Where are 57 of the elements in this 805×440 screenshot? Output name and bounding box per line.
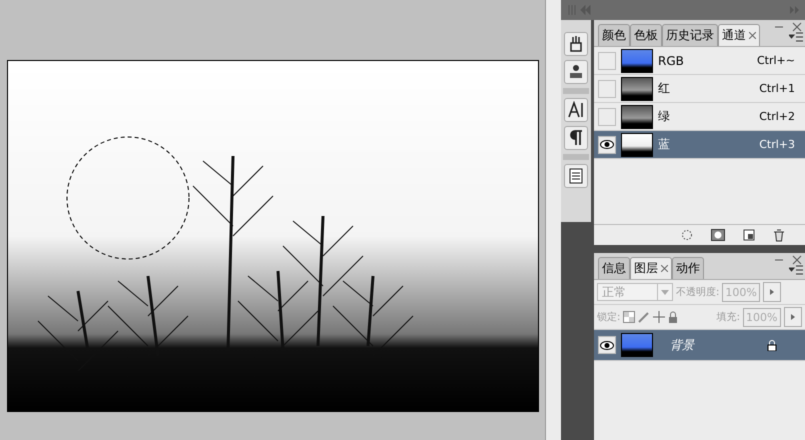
caret-icon	[661, 290, 669, 294]
visibility-toggle[interactable]	[598, 80, 616, 98]
channel-shortcut: Ctrl+3	[759, 138, 795, 151]
layer-thumbnail	[621, 333, 653, 357]
channel-shortcut: Ctrl+1	[759, 82, 795, 95]
fill-label: 填充:	[716, 310, 740, 324]
channel-thumbnail	[621, 104, 653, 128]
channel-thumbnail	[621, 48, 653, 72]
panel-tab[interactable]: 历史记录	[662, 24, 718, 46]
visibility-toggle[interactable]	[598, 108, 616, 126]
lock-icon[interactable]	[668, 311, 678, 323]
panel-tab[interactable]: 动作	[672, 257, 704, 279]
brush-tool-icon[interactable]	[564, 32, 588, 56]
visibility-toggle[interactable]	[598, 336, 616, 354]
toolbar-separator	[563, 88, 589, 94]
panel-tab[interactable]: 颜色	[598, 24, 630, 46]
opacity-label: 不透明度:	[676, 286, 720, 299]
channel-name: 蓝	[658, 136, 671, 153]
lock-transparency-icon[interactable]	[623, 311, 636, 323]
channel-thumbnail	[621, 132, 653, 156]
channel-row[interactable]: RGB Ctrl+~	[594, 47, 805, 75]
visibility-toggle[interactable]	[598, 52, 616, 70]
toolbar-separator	[563, 154, 589, 160]
load-selection-icon[interactable]	[681, 229, 693, 241]
panel-window-controls-icon[interactable]	[773, 22, 803, 32]
channel-thumbnail	[621, 76, 653, 100]
visibility-toggle[interactable]	[598, 136, 616, 154]
opacity-slider-button[interactable]	[763, 282, 782, 302]
fill-slider-button[interactable]	[784, 307, 802, 327]
trash-icon[interactable]	[773, 228, 785, 242]
panel-tab[interactable]: 通道	[718, 24, 760, 46]
panel-tab[interactable]: 信息	[598, 257, 630, 279]
panel-window-controls-icon[interactable]	[773, 255, 803, 265]
lock-pixels-icon[interactable]	[638, 311, 650, 323]
notes-icon[interactable]	[564, 164, 588, 188]
panel-menu-icon[interactable]	[789, 265, 803, 275]
channel-name: RGB	[658, 54, 685, 68]
channel-name: 绿	[658, 108, 671, 125]
move-icon[interactable]	[653, 311, 666, 323]
lock-label: 锁定:	[597, 310, 620, 324]
panel-tab[interactable]: 色板	[630, 24, 662, 46]
character-icon[interactable]	[564, 98, 588, 122]
save-selection-icon[interactable]	[711, 229, 725, 241]
layer-row[interactable]: 背景	[594, 330, 805, 361]
paragraph-icon[interactable]	[564, 126, 588, 150]
layer-name: 背景	[669, 336, 696, 354]
close-icon[interactable]	[749, 32, 756, 39]
channel-row[interactable]: 蓝 Ctrl+3	[594, 131, 805, 159]
panel-tab[interactable]: 图层	[630, 257, 672, 279]
panel-menu-icon[interactable]	[789, 32, 803, 42]
close-icon[interactable]	[661, 265, 668, 272]
channel-name: 红	[658, 80, 671, 97]
channel-shortcut: Ctrl+2	[759, 110, 795, 123]
new-channel-icon[interactable]	[743, 229, 755, 241]
stamp-tool-icon[interactable]	[564, 60, 588, 84]
channel-row[interactable]: 红 Ctrl+1	[594, 75, 805, 103]
channel-shortcut: Ctrl+~	[756, 54, 795, 67]
